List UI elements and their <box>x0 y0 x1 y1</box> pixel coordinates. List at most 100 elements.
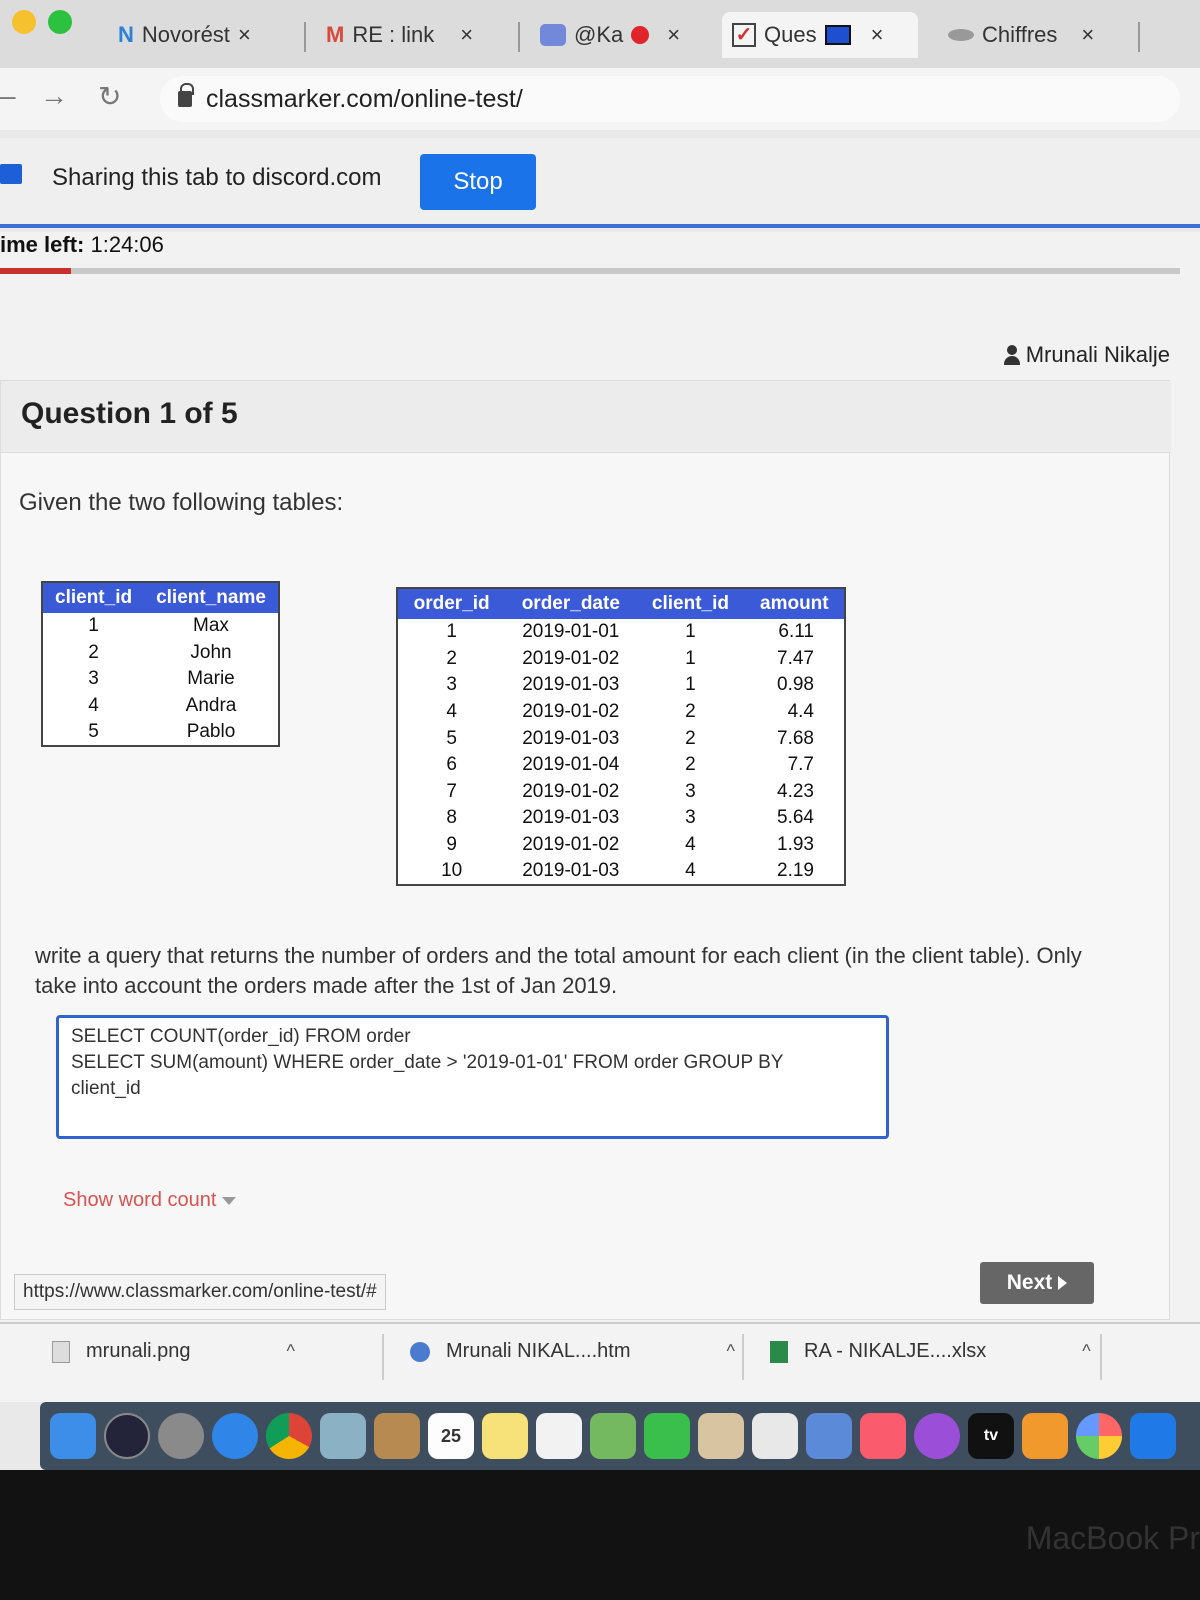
tab-strip: N Novorést × M RE : link × @Ka × ✓ Ques … <box>0 0 1200 68</box>
table-cell: 2019-01-02 <box>522 701 620 723</box>
download-item[interactable]: RA - NIKALJE....xlsx ^ <box>770 1340 1091 1363</box>
calendar-icon[interactable]: 25 <box>428 1413 474 1459</box>
table-cell: 2019-01-03 <box>522 860 620 882</box>
photos-icon[interactable] <box>1076 1413 1122 1459</box>
facetime-icon[interactable] <box>644 1413 690 1459</box>
chevron-up-icon[interactable]: ^ <box>1082 1341 1090 1362</box>
download-item[interactable]: Mrunali NIKAL....htm ^ <box>410 1340 735 1363</box>
tab-separator <box>518 22 520 52</box>
reload-icon[interactable]: ↻ <box>98 80 121 113</box>
laptop-bezel <box>0 1470 1200 1600</box>
downloads-bar: mrunali.png ^ Mrunali NIKAL....htm ^ RA … <box>0 1322 1200 1402</box>
table-cell: Marie <box>187 668 235 690</box>
tab-label: RE : link <box>352 22 435 47</box>
table-cell: 2019-01-03 <box>522 674 620 696</box>
siri-icon[interactable] <box>104 1413 150 1459</box>
apple-tv-icon[interactable]: tv <box>968 1413 1014 1459</box>
finder-icon[interactable] <box>50 1413 96 1459</box>
app-store-icon[interactable] <box>1130 1413 1176 1459</box>
forward-arrow-icon[interactable]: → <box>40 80 68 112</box>
table-row: 8 2019-01-03 3 5.64 <box>397 805 845 832</box>
column-header: amount <box>744 588 845 619</box>
back-arrow-icon[interactable]: – <box>0 80 16 112</box>
page-content: ime left: 1:24:06 Mrunali Nikalje Questi… <box>0 232 1200 1322</box>
contacts-icon[interactable] <box>374 1413 420 1459</box>
table-cell: 3 <box>446 674 457 696</box>
user-info: Mrunali Nikalje <box>1003 342 1170 368</box>
numbers-icon[interactable] <box>752 1413 798 1459</box>
reminders-icon[interactable] <box>536 1413 582 1459</box>
table-cell: 2019-01-02 <box>522 834 620 856</box>
download-separator <box>742 1334 744 1380</box>
answer-textarea[interactable] <box>56 1015 889 1139</box>
table-cell: 0.98 <box>777 674 814 696</box>
chevron-up-icon[interactable]: ^ <box>727 1341 735 1362</box>
table-cell: 7.47 <box>777 647 814 669</box>
address-bar[interactable]: classmarker.com/online-test/ <box>160 76 1180 122</box>
tab-classmarker[interactable]: ✓ Ques × <box>722 12 918 58</box>
notes-icon[interactable] <box>482 1413 528 1459</box>
table-row: 3 Marie <box>42 666 279 693</box>
show-word-count-link[interactable]: Show word count <box>63 1189 237 1212</box>
question-intro: Given the two following tables: <box>19 489 344 516</box>
table-cell: 2 <box>685 727 696 749</box>
stop-sharing-button[interactable]: Stop <box>420 154 536 210</box>
tab-separator <box>304 22 306 52</box>
launchpad-icon[interactable] <box>158 1413 204 1459</box>
mail-icon[interactable] <box>320 1413 366 1459</box>
macos-dock: 25 tv <box>40 1402 1200 1470</box>
music-icon[interactable] <box>860 1413 906 1459</box>
minimize-window-button[interactable] <box>12 10 36 34</box>
download-filename: RA - NIKALJE....xlsx <box>804 1340 987 1362</box>
recording-icon <box>631 26 650 44</box>
safari-icon[interactable] <box>212 1413 258 1459</box>
gmail-icon: M <box>326 22 345 47</box>
table-cell: 4 <box>685 834 696 856</box>
close-icon[interactable]: × <box>1081 22 1094 48</box>
table-row: 4 Andra <box>42 693 279 720</box>
tab-novoresu[interactable]: N Novorést × <box>108 12 261 58</box>
close-icon[interactable]: × <box>667 22 680 48</box>
download-separator <box>382 1334 384 1380</box>
tab-gmail[interactable]: M RE : link × <box>316 12 483 58</box>
discord-icon <box>540 24 566 46</box>
question-text: write a query that returns the number of… <box>35 943 1082 998</box>
tab-discord[interactable]: @Ka × <box>530 12 690 58</box>
checkmark-icon: ✓ <box>732 23 756 47</box>
table-cell: 4.4 <box>787 701 814 723</box>
maps-icon[interactable] <box>590 1413 636 1459</box>
browser-toolbar: – → ↻ classmarker.com/online-test/ <box>0 68 1200 130</box>
preview-icon[interactable] <box>698 1413 744 1459</box>
table-cell: 5 <box>88 721 99 743</box>
excel-file-icon <box>770 1340 788 1363</box>
table-cell: 2019-01-03 <box>522 807 620 829</box>
table-row: 6 2019-01-04 2 7.7 <box>397 752 845 779</box>
tab-sharing-bar: Sharing this tab to discord.com Stop <box>0 138 1200 228</box>
table-cell: 2019-01-03 <box>522 727 620 749</box>
table-row: 9 2019-01-02 4 1.93 <box>397 832 845 859</box>
maximize-window-button[interactable] <box>48 10 72 34</box>
tab-label: Chiffres <box>982 22 1058 47</box>
table-cell: 1 <box>685 621 696 643</box>
table-cell: 2 <box>88 641 99 663</box>
person-icon <box>1003 345 1020 365</box>
table-cell: 2 <box>685 701 696 723</box>
close-icon[interactable]: × <box>238 22 251 48</box>
tab-chiffres[interactable]: Chiffres × <box>938 12 1104 58</box>
table-cell: John <box>190 641 232 663</box>
chrome-icon[interactable] <box>266 1413 312 1459</box>
table-cell: 2 <box>685 754 696 776</box>
status-bar-url: https://www.classmarker.com/online-test/… <box>14 1274 386 1310</box>
books-icon[interactable] <box>1022 1413 1068 1459</box>
next-button[interactable]: Next <box>980 1262 1094 1304</box>
keynote-icon[interactable] <box>806 1413 852 1459</box>
chevron-up-icon[interactable]: ^ <box>287 1341 295 1362</box>
close-icon[interactable]: × <box>871 22 884 48</box>
download-item[interactable]: mrunali.png ^ <box>52 1340 295 1363</box>
time-left-value: 1:24:06 <box>90 232 164 257</box>
podcasts-icon[interactable] <box>914 1413 960 1459</box>
question-panel: Question 1 of 5 Given the two following … <box>0 380 1171 1320</box>
tab-separator <box>1138 22 1140 52</box>
close-icon[interactable]: × <box>460 22 473 48</box>
table-cell: 1 <box>685 647 696 669</box>
